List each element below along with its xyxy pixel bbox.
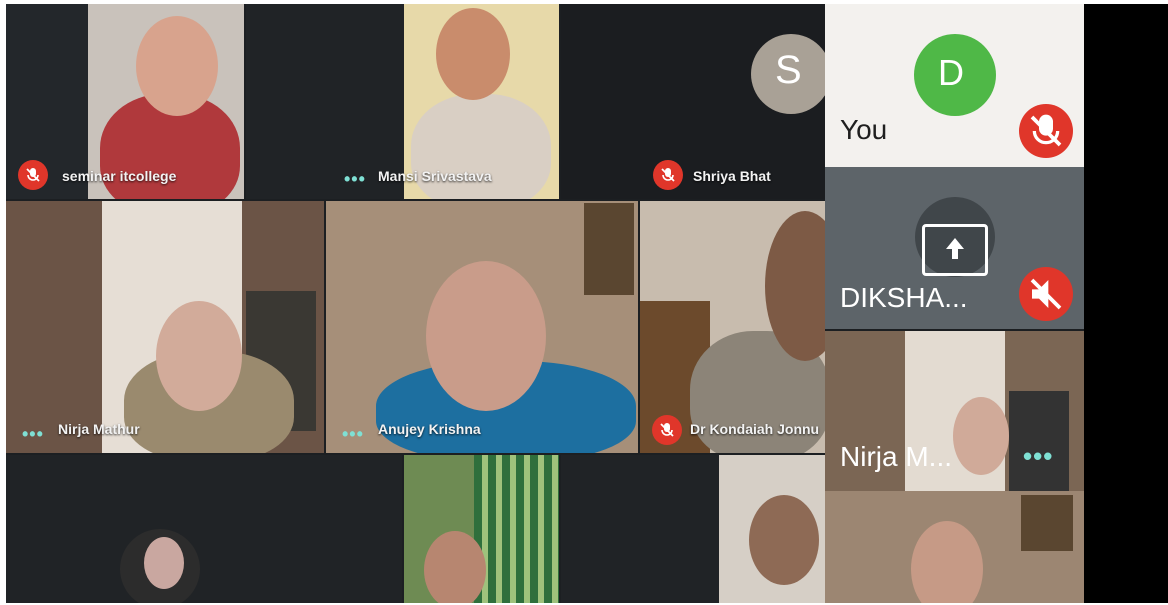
participant-tile-nirja-mathur[interactable]: ••• Nirja Mathur xyxy=(6,201,324,453)
wall-frame xyxy=(1021,495,1073,551)
person-face xyxy=(136,16,218,116)
more-options-icon[interactable]: ••• xyxy=(22,425,44,443)
participant-tile-mansi-srivastava[interactable]: ••• Mansi Srivastava xyxy=(246,4,559,199)
screen-share-icon xyxy=(922,224,988,276)
participant-name: Mansi Srivastava xyxy=(378,168,492,184)
self-tile-you[interactable]: D You xyxy=(825,4,1084,167)
video-grid: seminar itcollege ••• Mansi Srivastava S… xyxy=(6,4,1084,603)
person-face xyxy=(424,531,486,603)
participant-tile-sidebar-bottom[interactable] xyxy=(825,491,1084,603)
curtain xyxy=(474,455,559,603)
more-options-icon[interactable]: ••• xyxy=(1023,443,1053,469)
you-label: You xyxy=(840,114,888,145)
mic-off-icon xyxy=(652,415,682,445)
wall-frame xyxy=(584,203,634,295)
more-options-icon[interactable]: ••• xyxy=(342,425,364,443)
participant-tile-row3-1[interactable] xyxy=(6,455,402,603)
person-face xyxy=(749,495,819,585)
self-view-tile[interactable]: Nirja M... ••• xyxy=(825,331,1084,491)
participant-tile-row3-2[interactable] xyxy=(404,455,559,603)
participant-tile-seminar-itcollege[interactable]: seminar itcollege xyxy=(6,4,244,199)
participant-tile-row3-3[interactable] xyxy=(561,455,825,603)
presenter-label: DIKSHA... xyxy=(840,282,968,313)
participant-name: Shriya Bhat xyxy=(693,168,771,184)
participant-name: Nirja Mathur xyxy=(58,421,140,437)
participant-tile-shriya-bhat[interactable]: S Shriya Bhat xyxy=(561,4,825,199)
presenter-tile[interactable]: DIKSHA... xyxy=(825,167,1084,329)
person-face xyxy=(911,521,983,603)
participant-name: Dr Kondaiah Jonnu xyxy=(690,421,820,437)
mic-off-icon xyxy=(653,160,683,190)
participant-name: Anujey Krishna xyxy=(378,421,481,437)
self-view-label: Nirja M... xyxy=(840,441,952,472)
participant-name: seminar itcollege xyxy=(62,168,177,184)
person-face xyxy=(156,301,242,411)
you-avatar-letter: D xyxy=(938,52,964,93)
participant-tile-anujey-krishna[interactable]: ••• Anujey Krishna xyxy=(326,201,638,453)
person-face xyxy=(144,537,184,589)
participant-tile-dr-kondaiah-jonnu[interactable]: Dr Kondaiah Jonnu xyxy=(640,201,825,453)
person-face xyxy=(436,8,510,100)
mic-off-icon xyxy=(1019,104,1073,158)
black-margin xyxy=(1084,4,1168,603)
more-options-icon[interactable]: ••• xyxy=(344,170,366,188)
person-face xyxy=(953,397,1009,475)
person-face xyxy=(426,261,546,411)
mic-off-icon xyxy=(18,160,48,190)
speaker-off-icon xyxy=(1019,267,1073,321)
avatar-letter: S xyxy=(775,48,802,92)
